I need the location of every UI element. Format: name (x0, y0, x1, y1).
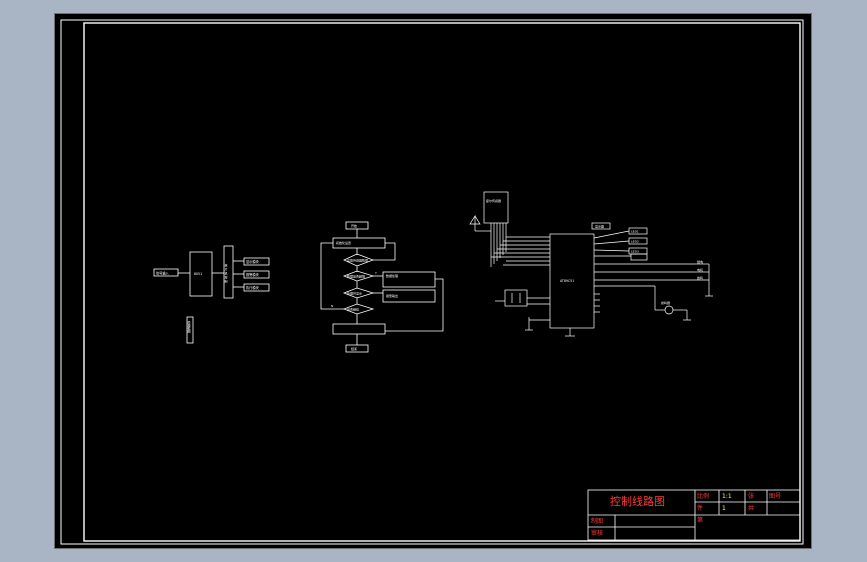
relay-label-2: LED2 (631, 240, 639, 244)
output-label-3: 执行模块 (246, 285, 260, 290)
flow-decision-1-label: 数据是否超限 (347, 274, 365, 279)
flow-note-2-label: 报警输出 (386, 293, 398, 298)
tb-r3c1: 第 (697, 516, 703, 524)
chip-label: AT89C51 (560, 279, 574, 283)
side-label: 单 片 机 控 制 (224, 263, 228, 284)
output-label-1: 显示模块 (246, 259, 260, 264)
flow-step-1-label: 初始化设置 (336, 240, 351, 245)
tb-r1c3: 张 (748, 492, 754, 500)
input-label: 信号输入 (156, 271, 170, 276)
flow-no-label: N (331, 304, 333, 308)
flow-start-label: 开始 (351, 223, 357, 228)
module-label: 显示器 (595, 225, 604, 229)
drawing-title: 控制线路图 (610, 494, 665, 508)
flow-step-3-label: 是否继续 (347, 307, 359, 312)
flow-step-4 (332, 323, 386, 335)
drawing-sheet: 信号输入 8051 单 片 机 控 制 显示模块 报警模块 执行模块 原理框图 (60, 19, 804, 545)
flow-end-label: 结束 (351, 346, 357, 351)
tb-r2c2: 1 (722, 505, 726, 512)
sensor-module (483, 191, 509, 224)
flow-note-1-label: 数据处理 (386, 273, 398, 278)
cad-drawing-canvas[interactable]: 信号输入 8051 单 片 机 控 制 显示模块 报警模块 执行模块 原理框图 (54, 13, 812, 549)
tb-r1c2: 1:1 (722, 493, 732, 500)
tb-r1c4: 图号 (769, 493, 781, 500)
flow-decision-2-label: 处理并显示 (347, 291, 362, 296)
output-label-motor: 电机 (697, 267, 703, 272)
core-label: 8051 (194, 272, 202, 276)
maker-label: 制图 (591, 517, 603, 525)
inner-frame (83, 22, 801, 542)
driver-box (630, 253, 648, 261)
tb-r1c1: 比例 (697, 492, 709, 500)
block-caption: 原理框图 (187, 320, 191, 334)
relay-label-3: LED3 (631, 250, 639, 254)
output-label-buzz: 蜂鸣 (697, 275, 703, 280)
schematic (469, 191, 713, 337)
tb-r2c3: 共 (748, 504, 754, 512)
checker-label: 审核 (591, 529, 603, 537)
relay-label-1: LED1 (631, 230, 639, 234)
sensor-label: 霍尔传感器 (486, 198, 501, 203)
outer-border (60, 19, 804, 545)
flow-yes-label: Y (375, 271, 377, 275)
flow-step-2-label: 读取传感器数据 (347, 258, 368, 263)
crystal-block (504, 289, 528, 307)
buzzer-symbol (664, 305, 674, 315)
output-label-2: 报警模块 (246, 272, 260, 277)
tb-r2c1: 件 (697, 504, 703, 512)
speaker-label: 蜂鸣器 (661, 300, 670, 305)
output-label-relay: 继电 (697, 259, 703, 264)
